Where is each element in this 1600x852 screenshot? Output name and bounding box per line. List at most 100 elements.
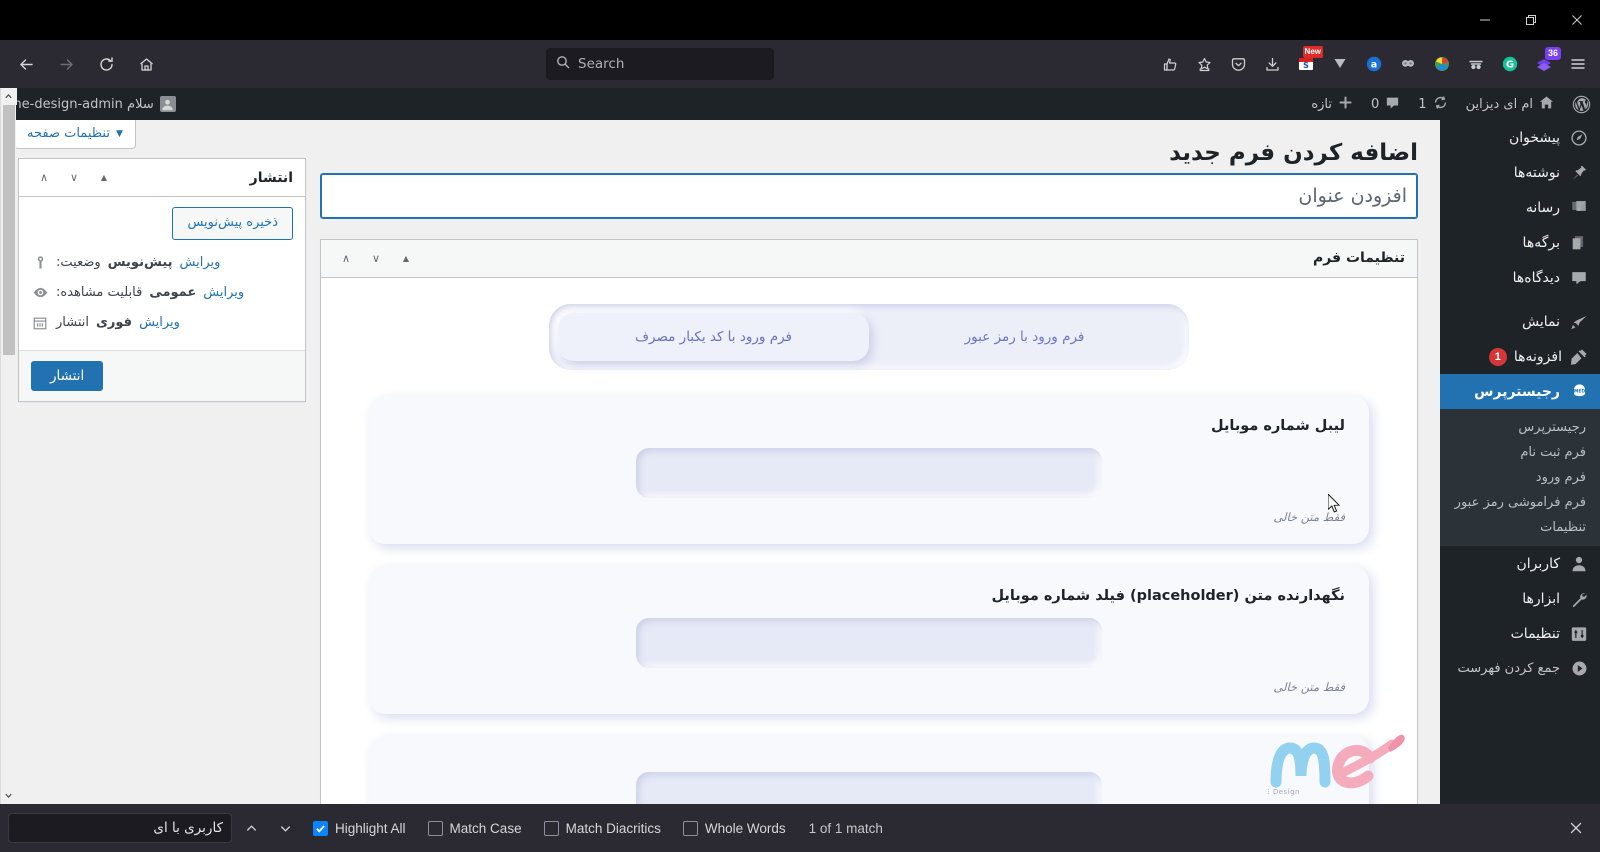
find-next-button[interactable] — [270, 813, 300, 843]
move-up-handle[interactable]: ▲ — [393, 245, 419, 271]
downloads-icon[interactable] — [1256, 48, 1288, 80]
toggle-panel-handle[interactable]: ∧ — [31, 165, 57, 191]
move-down-handle[interactable]: ∨ — [61, 165, 87, 191]
submenu-item-signup-form[interactable]: فرم ثبت نام — [1440, 440, 1600, 465]
incognito-extension-icon[interactable] — [1460, 48, 1492, 80]
search-bar[interactable]: Search — [546, 48, 774, 80]
admin-bar-comments[interactable]: 0 — [1362, 88, 1409, 120]
visibility-edit-link[interactable]: ویرایش — [203, 285, 244, 300]
find-input[interactable] — [8, 813, 232, 843]
tab-otp-login[interactable]: فرم ورود با کد یکبار مصرف — [558, 312, 869, 361]
screen-options-button[interactable]: ▼ تنظیمات صفحه — [14, 120, 136, 149]
match-diacritics-label: Match Diacritics — [565, 820, 661, 836]
sidebar-item-tools[interactable]: ابزارها — [1440, 581, 1600, 616]
admin-sidebar: پیشخوان نوشته‌ها رسانه برگه‌ها — [1440, 120, 1600, 804]
admin-bar-site-name[interactable]: ام ای دیزاین — [1457, 88, 1563, 120]
wp-admin-bar: ام ای دیزاین 1 0 تازه سلام me-design-adm… — [0, 88, 1600, 120]
browser-toolbar: Search S New a G 36 — [0, 40, 1600, 88]
form-settings-body: فرم ورود با رمز عبور فرم ورود با کد یکبا… — [321, 277, 1417, 804]
video-downloader-extension-icon[interactable] — [1324, 48, 1356, 80]
find-close-button[interactable] — [1560, 812, 1592, 844]
field-input[interactable] — [636, 447, 1102, 498]
sidebar-item-label: رسانه — [1525, 199, 1560, 216]
users-icon — [1569, 555, 1589, 573]
field-mobile-label: لیبل شماره موبایل فقط متن خالی — [369, 395, 1369, 544]
collapse-menu-label: جمع کردن فهرست — [1457, 661, 1560, 676]
submenu-item-settings[interactable]: تنظیمات — [1440, 515, 1600, 540]
window-close-button[interactable] — [1554, 0, 1600, 40]
find-toolbar: Highlight All Match Case Match Diacritic… — [0, 804, 1600, 852]
move-up-handle[interactable]: ▲ — [91, 165, 117, 191]
admin-bar-updates[interactable]: 1 — [1409, 88, 1456, 120]
toggle-panel-handle[interactable]: ∧ — [333, 245, 359, 271]
field-mobile-placeholder: نگهدارنده متن (placeholder) فیلد شماره م… — [369, 565, 1369, 714]
sidebar-item-posts[interactable]: نوشته‌ها — [1440, 155, 1600, 190]
app-menu-icon[interactable] — [1562, 48, 1594, 80]
scroll-down-arrow[interactable] — [0, 787, 17, 804]
submenu-item-login-form[interactable]: فرم ورود — [1440, 465, 1600, 490]
sidebar-item-comments[interactable]: دیدگاه‌ها — [1440, 260, 1600, 295]
svg-text:MED: MED — [1573, 389, 1585, 395]
find-match-status: 1 of 1 match — [808, 820, 883, 836]
collapse-menu-button[interactable]: جمع کردن فهرست — [1440, 651, 1600, 686]
submenu-item-registerpress[interactable]: رجیسترپرس — [1440, 415, 1600, 440]
post-title-input[interactable] — [320, 172, 1418, 219]
chevron-down-icon: ▼ — [115, 128, 123, 139]
search-input-text[interactable]: Search — [578, 56, 624, 72]
status-edit-link[interactable]: ویرایش — [180, 255, 221, 270]
window-minimize-button[interactable] — [1462, 0, 1508, 40]
sidebar-item-plugins[interactable]: افزونه‌ها 1 — [1440, 339, 1600, 374]
bookmark-star-icon[interactable] — [1188, 48, 1220, 80]
sidebar-item-settings[interactable]: تنظیمات — [1440, 616, 1600, 651]
wordpress-logo-icon[interactable] — [1563, 88, 1600, 120]
admin-bar-my-account[interactable]: سلام me-design-admin — [0, 88, 185, 120]
adblock-extension-icon[interactable]: a — [1358, 48, 1390, 80]
field-input[interactable] — [636, 617, 1102, 668]
sidebar-item-pages[interactable]: برگه‌ها — [1440, 225, 1600, 260]
tab-password-login[interactable]: فرم ورود با رمز عبور — [869, 313, 1180, 361]
sidebar-item-label: افزونه‌ها — [1513, 348, 1562, 365]
match-diacritics-checkbox[interactable]: Match Diacritics — [535, 820, 670, 836]
admin-bar-left-group: سلام me-design-admin — [0, 88, 185, 120]
sidebar-item-media[interactable]: رسانه — [1440, 190, 1600, 225]
home-icon[interactable] — [129, 47, 163, 81]
sidebar-item-users[interactable]: کاربران — [1440, 546, 1600, 581]
idm-extension-icon[interactable] — [1426, 48, 1458, 80]
form-settings-title: تنظیمات فرم — [1312, 250, 1405, 267]
sidebar-item-dashboard[interactable]: پیشخوان — [1440, 120, 1600, 155]
post-schedule-row: ویرایش فوری انتشار — [31, 308, 293, 338]
forward-icon[interactable] — [49, 47, 83, 81]
publish-body: ذخیره پیش‌نویس ویرایش پیش‌نویس وضعیت: — [19, 197, 305, 350]
highlight-all-checkbox[interactable]: Highlight All — [304, 820, 415, 836]
match-case-checkbox[interactable]: Match Case — [419, 820, 531, 836]
fingerprint-extension-icon[interactable] — [1154, 48, 1186, 80]
reload-icon[interactable] — [89, 47, 123, 81]
page-scrollbar[interactable] — [0, 88, 17, 804]
submenu-item-forgot-password-form[interactable]: فرم فراموشی رمز عبور — [1440, 490, 1600, 515]
schedule-edit-link[interactable]: ویرایش — [139, 315, 180, 330]
sidebar-item-appearance[interactable]: نمایش — [1440, 304, 1600, 339]
back-icon[interactable] — [9, 47, 43, 81]
privacy-badger-extension-icon[interactable] — [1392, 48, 1424, 80]
visibility-value: عمومی — [149, 284, 197, 300]
admin-bar-right-group: ام ای دیزاین 1 0 تازه — [1302, 88, 1600, 120]
whole-words-checkbox[interactable]: Whole Words — [674, 820, 795, 836]
sidebar-item-registerpress[interactable]: MED رجیسترپرس — [1440, 374, 1600, 409]
admin-bar-new-content[interactable]: تازه — [1302, 88, 1362, 120]
grammarly-extension-icon[interactable]: G — [1494, 48, 1526, 80]
news-reader-extension-icon[interactable]: S New — [1290, 46, 1323, 80]
extension-badge: New — [1302, 46, 1323, 58]
pocket-save-icon[interactable] — [1222, 48, 1254, 80]
find-previous-button[interactable] — [236, 813, 266, 843]
save-draft-button[interactable]: ذخیره پیش‌نویس — [172, 207, 293, 240]
scroll-up-arrow[interactable] — [0, 88, 17, 105]
publish-box-title: انتشار — [249, 169, 293, 186]
move-down-handle[interactable]: ∨ — [363, 245, 389, 271]
publish-button[interactable]: انتشار — [31, 360, 104, 391]
window-maximize-button[interactable] — [1508, 0, 1554, 40]
scrollbar-thumb[interactable] — [2, 105, 15, 355]
publish-header: انتشار ∧ ∨ ▲ — [19, 159, 305, 197]
extension-tray: S New a G 36 — [1154, 46, 1594, 80]
tab-stack-extension-icon[interactable]: 36 — [1528, 47, 1561, 80]
field-input[interactable] — [636, 771, 1102, 804]
